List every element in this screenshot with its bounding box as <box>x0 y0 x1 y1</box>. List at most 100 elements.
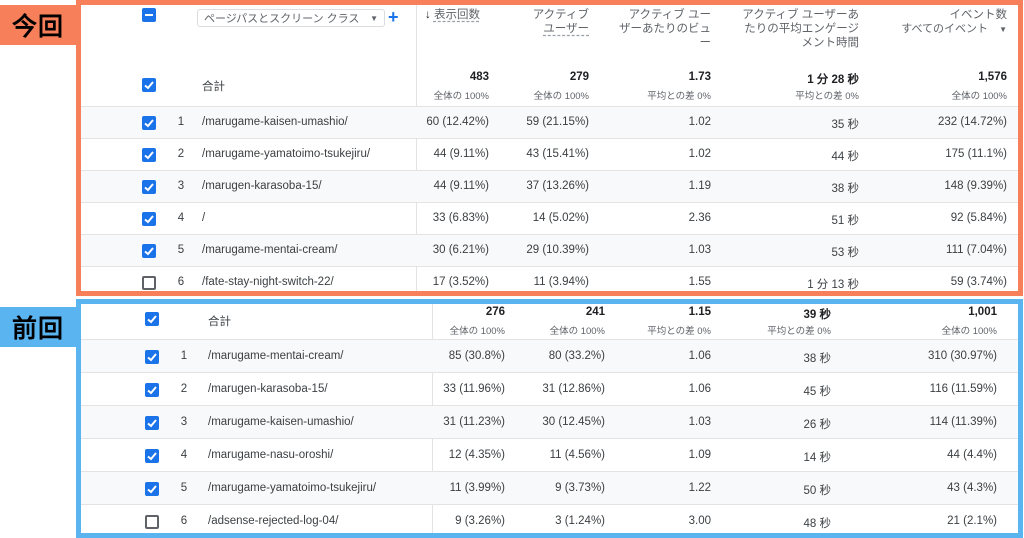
events-cell: 92 (5.84%) <box>950 212 1007 224</box>
table-row[interactable]: 6 /adsense-rejected-log-04/ 9 (3.26%) 3 … <box>81 505 1018 533</box>
vpu-cell: 1.02 <box>688 116 711 128</box>
chevron-down-icon: ▼ <box>370 13 378 23</box>
totals-label: 合計 <box>208 316 231 328</box>
table-row[interactable]: 2 /marugame-yamatoimo-tsukejiru/ 44 (9.1… <box>81 139 1018 171</box>
totals-checkbox[interactable] <box>145 312 159 326</box>
page-path[interactable]: /marugame-mentai-cream/ <box>202 244 337 256</box>
row-checkbox[interactable] <box>145 449 159 463</box>
table-row[interactable]: 1 /marugame-mentai-cream/ 85 (30.8%) 80 … <box>81 340 1018 373</box>
engagement-cell: 44 秒 <box>831 151 860 163</box>
col-active-users-header[interactable]: アクティブ ユーザー <box>501 8 589 36</box>
events-cell: 114 (11.39%) <box>929 416 997 428</box>
events-cell: 310 (30.97%) <box>927 350 997 362</box>
col-events-label: イベント数 <box>949 9 1008 21</box>
page-path[interactable]: /marugame-yamatoimo-tsukejiru/ <box>202 148 370 160</box>
col-vpu-label-3: ー <box>699 37 712 49</box>
users-cell: 59 (21.15%) <box>526 116 589 128</box>
row-checkbox[interactable] <box>145 350 159 364</box>
dimension-select[interactable]: ページパスとスクリーン クラス ▼ <box>197 9 385 27</box>
table-row[interactable]: 5 /marugame-yamatoimo-tsukejiru/ 11 (3.9… <box>81 472 1018 505</box>
page-path[interactable]: /fate-stay-night-switch-22/ <box>202 276 334 288</box>
total-events-sub: 全体の 100% <box>951 91 1007 102</box>
col-vpu-label-1: アクティブ ユー <box>628 9 711 21</box>
add-dimension-button[interactable]: + <box>388 8 399 26</box>
totals-label: 合計 <box>202 81 225 93</box>
page-path[interactable]: /adsense-rejected-log-04/ <box>208 515 338 527</box>
col-vpu-label-2: ザーあたりのビュ <box>619 23 711 35</box>
col-active-users-label-2: ユーザー <box>543 23 589 35</box>
total-vpu-sub: 平均との差 0% <box>647 91 711 102</box>
views-cell: 9 (3.26%) <box>455 515 505 527</box>
events-cell: 232 (14.72%) <box>937 116 1007 128</box>
event-filter-select[interactable]: すべてのイベント ▼ <box>871 22 1007 37</box>
vpu-cell: 1.03 <box>688 416 711 428</box>
current-period-label: 今回 <box>0 5 76 45</box>
users-cell: 9 (3.73%) <box>555 482 605 494</box>
users-cell: 43 (15.41%) <box>526 148 589 160</box>
events-cell: 175 (11.1%) <box>945 148 1007 160</box>
users-cell: 30 (12.45%) <box>542 416 605 428</box>
totals-checkbox[interactable] <box>142 78 156 92</box>
table-row[interactable]: 2 /marugen-karasoba-15/ 33 (11.96%) 31 (… <box>81 373 1018 406</box>
col-events-header[interactable]: イベント数 すべてのイベント ▼ <box>871 8 1007 37</box>
row-checkbox[interactable] <box>142 116 156 130</box>
views-cell: 85 (30.8%) <box>448 350 505 362</box>
views-cell: 44 (9.11%) <box>433 180 489 192</box>
table-row[interactable]: 3 /marugame-kaisen-umashio/ 31 (11.23%) … <box>81 406 1018 439</box>
sort-arrow-down-icon: ↓ <box>425 9 431 21</box>
engagement-cell: 38 秒 <box>803 353 832 365</box>
page-path[interactable]: /marugen-karasoba-15/ <box>202 180 322 192</box>
total-engagement-sub: 平均との差 0% <box>767 326 831 337</box>
row-index: 4 <box>177 212 185 224</box>
table-row[interactable]: 3 /marugen-karasoba-15/ 44 (9.11%) 37 (1… <box>81 171 1018 203</box>
total-events: 1,001 <box>968 306 997 318</box>
col-eng-label-2: たりの平均エンゲージ <box>744 23 859 35</box>
col-views-label: 表示回数 <box>433 9 480 21</box>
views-cell: 31 (11.23%) <box>443 416 505 428</box>
row-checkbox[interactable] <box>142 148 156 162</box>
vpu-cell: 3.00 <box>688 515 711 527</box>
total-vpu: 1.15 <box>688 306 711 318</box>
engagement-cell: 53 秒 <box>831 247 860 259</box>
row-index: 3 <box>180 416 188 428</box>
vpu-cell: 1.19 <box>688 180 711 192</box>
col-views-header[interactable]: ↓ 表示回数 <box>425 8 489 22</box>
table-row[interactable]: 4 /marugame-nasu-oroshi/ 12 (4.35%) 11 (… <box>81 439 1018 472</box>
page-path[interactable]: /marugame-kaisen-umashio/ <box>208 416 354 428</box>
row-index: 2 <box>177 148 185 160</box>
row-checkbox[interactable] <box>145 482 159 496</box>
row-checkbox[interactable] <box>142 180 156 194</box>
table-row[interactable]: 6 /fate-stay-night-switch-22/ 17 (3.52%)… <box>81 267 1018 291</box>
page-path[interactable]: /marugen-karasoba-15/ <box>208 383 328 395</box>
table-row[interactable]: 4 / 33 (6.83%) 14 (5.02%) 2.36 51 秒 92 (… <box>81 203 1018 235</box>
col-active-users-label-1: アクティブ <box>532 9 589 21</box>
engagement-cell: 1 分 13 秒 <box>807 279 859 291</box>
row-checkbox[interactable] <box>142 244 156 258</box>
users-cell: 14 (5.02%) <box>532 212 589 224</box>
page-path[interactable]: /marugame-kaisen-umashio/ <box>202 116 348 128</box>
table-row[interactable]: 1 /marugame-kaisen-umashio/ 60 (12.42%) … <box>81 107 1018 139</box>
page-path[interactable]: /marugame-yamatoimo-tsukejiru/ <box>208 482 376 494</box>
row-checkbox[interactable] <box>142 212 156 226</box>
col-eng-label-3: メント時間 <box>801 37 860 49</box>
row-checkbox[interactable] <box>142 276 156 290</box>
row-index: 6 <box>180 515 188 527</box>
views-cell: 12 (4.35%) <box>448 449 505 461</box>
total-events-sub: 全体の 100% <box>941 326 997 337</box>
row-index: 6 <box>177 276 185 288</box>
page-path[interactable]: / <box>202 212 205 224</box>
row-checkbox[interactable] <box>145 416 159 430</box>
page-path[interactable]: /marugame-nasu-oroshi/ <box>208 449 333 461</box>
views-cell: 33 (6.83%) <box>432 212 489 224</box>
page-path[interactable]: /marugame-mentai-cream/ <box>208 350 343 362</box>
events-cell: 111 (7.04%) <box>946 244 1007 256</box>
table-row[interactable]: 5 /marugame-mentai-cream/ 30 (6.21%) 29 … <box>81 235 1018 267</box>
vpu-cell: 1.06 <box>688 383 711 395</box>
row-checkbox[interactable] <box>145 383 159 397</box>
col-engagement-header[interactable]: アクティブ ユーザーあ たりの平均エンゲージ メント時間 <box>721 8 859 50</box>
col-views-per-user-header[interactable]: アクティブ ユー ザーあたりのビュ ー <box>601 8 711 50</box>
total-vpu-sub: 平均との差 0% <box>647 326 711 337</box>
row-index: 3 <box>177 180 185 192</box>
select-all-checkbox[interactable] <box>142 8 156 22</box>
row-checkbox[interactable] <box>145 515 159 529</box>
